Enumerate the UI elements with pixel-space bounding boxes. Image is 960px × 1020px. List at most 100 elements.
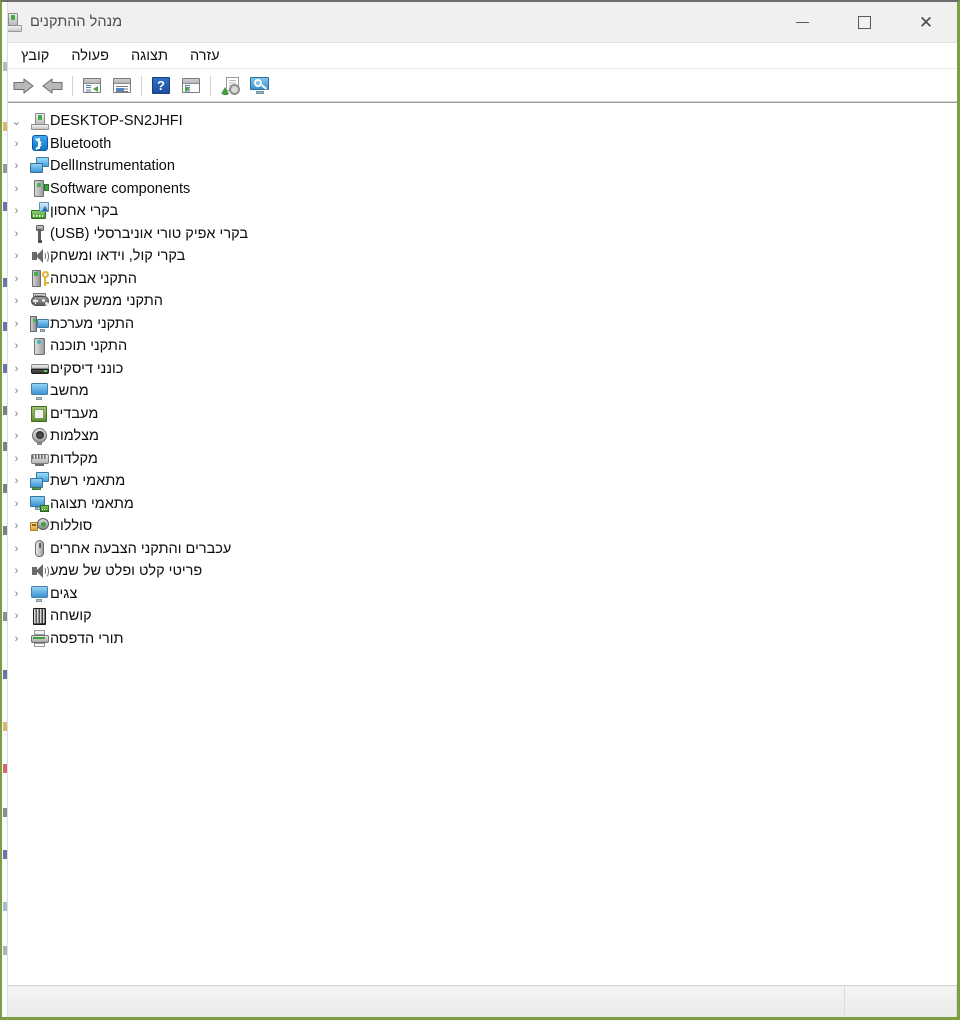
status-pane-3 <box>2 986 679 1017</box>
minimize-button[interactable] <box>771 2 833 43</box>
chevron-left-icon[interactable]: ‹ <box>8 450 25 467</box>
tree-node-label: מעבדים <box>50 405 99 422</box>
chevron-left-icon[interactable]: ‹ <box>8 630 25 647</box>
tree-node-label: מקלדות <box>50 450 98 467</box>
window-title: מנהל ההתקנים <box>30 13 123 30</box>
chevron-left-icon[interactable]: ‹ <box>8 248 25 265</box>
tree-node-label: סוללות <box>50 518 93 535</box>
tree-row-firmware[interactable]: ‹ קושחה <box>8 605 957 628</box>
menu-help[interactable]: עזרה <box>179 44 231 68</box>
scan-hardware-icon <box>250 77 270 94</box>
tree-row-sound-video-game-controllers[interactable]: ‹ בקרי קול, וידאו ומשחק <box>8 245 957 268</box>
computer-icon <box>30 112 49 130</box>
bluetooth-icon <box>30 135 49 153</box>
tree-row-human-interface-devices[interactable]: ‹ התקני ממשק אנוש <box>8 290 957 313</box>
tree-row-software-components[interactable]: ‹ Software components <box>8 178 957 201</box>
tree-row-keyboards[interactable]: ‹ מקלדות <box>8 448 957 471</box>
software-device-icon <box>30 337 49 355</box>
chevron-left-icon[interactable]: ‹ <box>8 270 25 287</box>
update-driver-icon <box>220 76 240 95</box>
tree-row-cameras[interactable]: ‹ מצלמות <box>8 425 957 448</box>
menu-bar: קובץ פעולה תצוגה עזרה <box>2 43 957 69</box>
menu-file[interactable]: קובץ <box>10 44 60 68</box>
device-manager-window: ✕ מנהל ההתקנים קובץ פעולה תצוגה עזרה ? ⌄… <box>0 0 960 1020</box>
security-device-icon <box>30 270 49 288</box>
tree-node-label: התקני ממשק אנוש <box>50 293 163 310</box>
chevron-left-icon[interactable]: ‹ <box>8 203 25 220</box>
chevron-left-icon[interactable]: ‹ <box>8 293 25 310</box>
chevron-left-icon[interactable]: ‹ <box>8 383 25 400</box>
tree-row-storage-controllers[interactable]: ‹ בקרי אחסון <box>8 200 957 223</box>
tree-node-label: תורי הדפסה <box>50 630 124 647</box>
disk-drive-icon <box>30 360 49 378</box>
chevron-left-icon[interactable]: ‹ <box>8 585 25 602</box>
print-queue-icon <box>30 630 49 648</box>
tree-row-monitors[interactable]: ‹ צגים <box>8 583 957 606</box>
keyboard-icon <box>30 450 49 468</box>
chevron-left-icon[interactable]: ‹ <box>8 315 25 332</box>
action-pane-icon <box>182 78 200 93</box>
title-bar-drag-area[interactable] <box>134 2 771 42</box>
tree-row-bluetooth[interactable]: ‹ Bluetooth <box>8 133 957 156</box>
chevron-left-icon[interactable]: ‹ <box>8 473 25 490</box>
toolbar: ? <box>2 70 957 102</box>
toolbar-separator <box>141 75 142 96</box>
tree-row-disk-drives[interactable]: ‹ כונני דיסקים <box>8 358 957 381</box>
menu-action[interactable]: פעולה <box>60 44 120 68</box>
chevron-left-icon[interactable]: ‹ <box>8 540 25 557</box>
tree-row-mice-and-pointing-devices[interactable]: ‹ עכברים והתקני הצבעה אחרים <box>8 538 957 561</box>
tree-row-computer[interactable]: ‹ מחשב <box>8 380 957 403</box>
arrow-left-icon <box>42 77 63 94</box>
network-adapter-icon <box>30 472 49 491</box>
chevron-left-icon[interactable]: ‹ <box>8 563 25 580</box>
properties-button[interactable] <box>107 73 137 99</box>
tree-row-system-devices[interactable]: ‹ התקני מערכת <box>8 313 957 336</box>
chevron-left-icon[interactable]: ‹ <box>8 608 25 625</box>
tree-row-security-devices[interactable]: ‹ התקני אבטחה <box>8 268 957 291</box>
sound-video-game-icon <box>30 247 49 265</box>
show-hide-console-tree-button[interactable] <box>77 73 107 99</box>
scan-for-hardware-changes-button[interactable] <box>245 73 275 99</box>
tree-row-display-adapters[interactable]: ‹ מתאמי תצוגה <box>8 493 957 516</box>
chevron-left-icon[interactable]: ‹ <box>8 225 25 242</box>
title-bar-identity: מנהל ההתקנים <box>2 2 134 42</box>
show-hide-action-pane-button[interactable] <box>176 73 206 99</box>
chevron-left-icon[interactable]: ‹ <box>8 360 25 377</box>
chevron-left-icon[interactable]: ‹ <box>8 495 25 512</box>
chevron-left-icon[interactable]: ‹ <box>8 428 25 445</box>
chevron-left-icon[interactable]: ‹ <box>8 158 25 175</box>
close-button[interactable]: ✕ <box>895 2 957 43</box>
chevron-left-icon[interactable]: ‹ <box>8 338 25 355</box>
content-area: ⌄ DESKTOP-SN2JHFI ‹ Bluetooth ‹ DellInst… <box>2 102 957 987</box>
help-button[interactable]: ? <box>146 73 176 99</box>
tree-row-print-queues[interactable]: ‹ תורי הדפסה <box>8 628 957 651</box>
tree-row-processors[interactable]: ‹ מעבדים <box>8 403 957 426</box>
properties-window-icon <box>113 78 131 93</box>
tree-node-label: Bluetooth <box>50 135 112 152</box>
tree-row-usb-controllers[interactable]: ‹ בקרי אפיק טורי אוניברסלי (USB) <box>8 223 957 246</box>
tree-row-audio-inputs-and-outputs[interactable]: ‹ פריטי קלט ופלט של שמע <box>8 560 957 583</box>
chevron-down-icon[interactable]: ⌄ <box>8 113 25 130</box>
chevron-left-icon[interactable]: ‹ <box>8 405 25 422</box>
tree-node-label: בקרי אפיק טורי אוניברסלי (USB) <box>50 225 249 242</box>
chevron-left-icon[interactable]: ‹ <box>8 135 25 152</box>
status-pane-2 <box>679 986 845 1017</box>
tree-row-dellinstrumentation[interactable]: ‹ DellInstrumentation <box>8 155 957 178</box>
maximize-button[interactable] <box>833 2 895 43</box>
tree-row-batteries[interactable]: ‹ סוללות <box>8 515 957 538</box>
toolbar-separator <box>72 75 73 96</box>
tree-node-label: התקני מערכת <box>50 315 135 332</box>
tree-row-root[interactable]: ⌄ DESKTOP-SN2JHFI <box>8 110 957 133</box>
chevron-left-icon[interactable]: ‹ <box>8 180 25 197</box>
update-driver-button[interactable] <box>215 73 245 99</box>
menu-view[interactable]: תצוגה <box>120 44 179 68</box>
back-button[interactable] <box>38 73 68 99</box>
forward-button[interactable] <box>8 73 38 99</box>
tree-node-label: מחשב <box>50 383 89 400</box>
background-window-sliver <box>2 2 8 1017</box>
storage-controller-icon <box>30 202 49 220</box>
chevron-left-icon[interactable]: ‹ <box>8 518 25 535</box>
tree-row-software-devices[interactable]: ‹ התקני תוכנה <box>8 335 957 358</box>
tree-row-network-adapters[interactable]: ‹ מתאמי רשת <box>8 470 957 493</box>
device-tree[interactable]: ⌄ DESKTOP-SN2JHFI ‹ Bluetooth ‹ DellInst… <box>8 103 957 986</box>
